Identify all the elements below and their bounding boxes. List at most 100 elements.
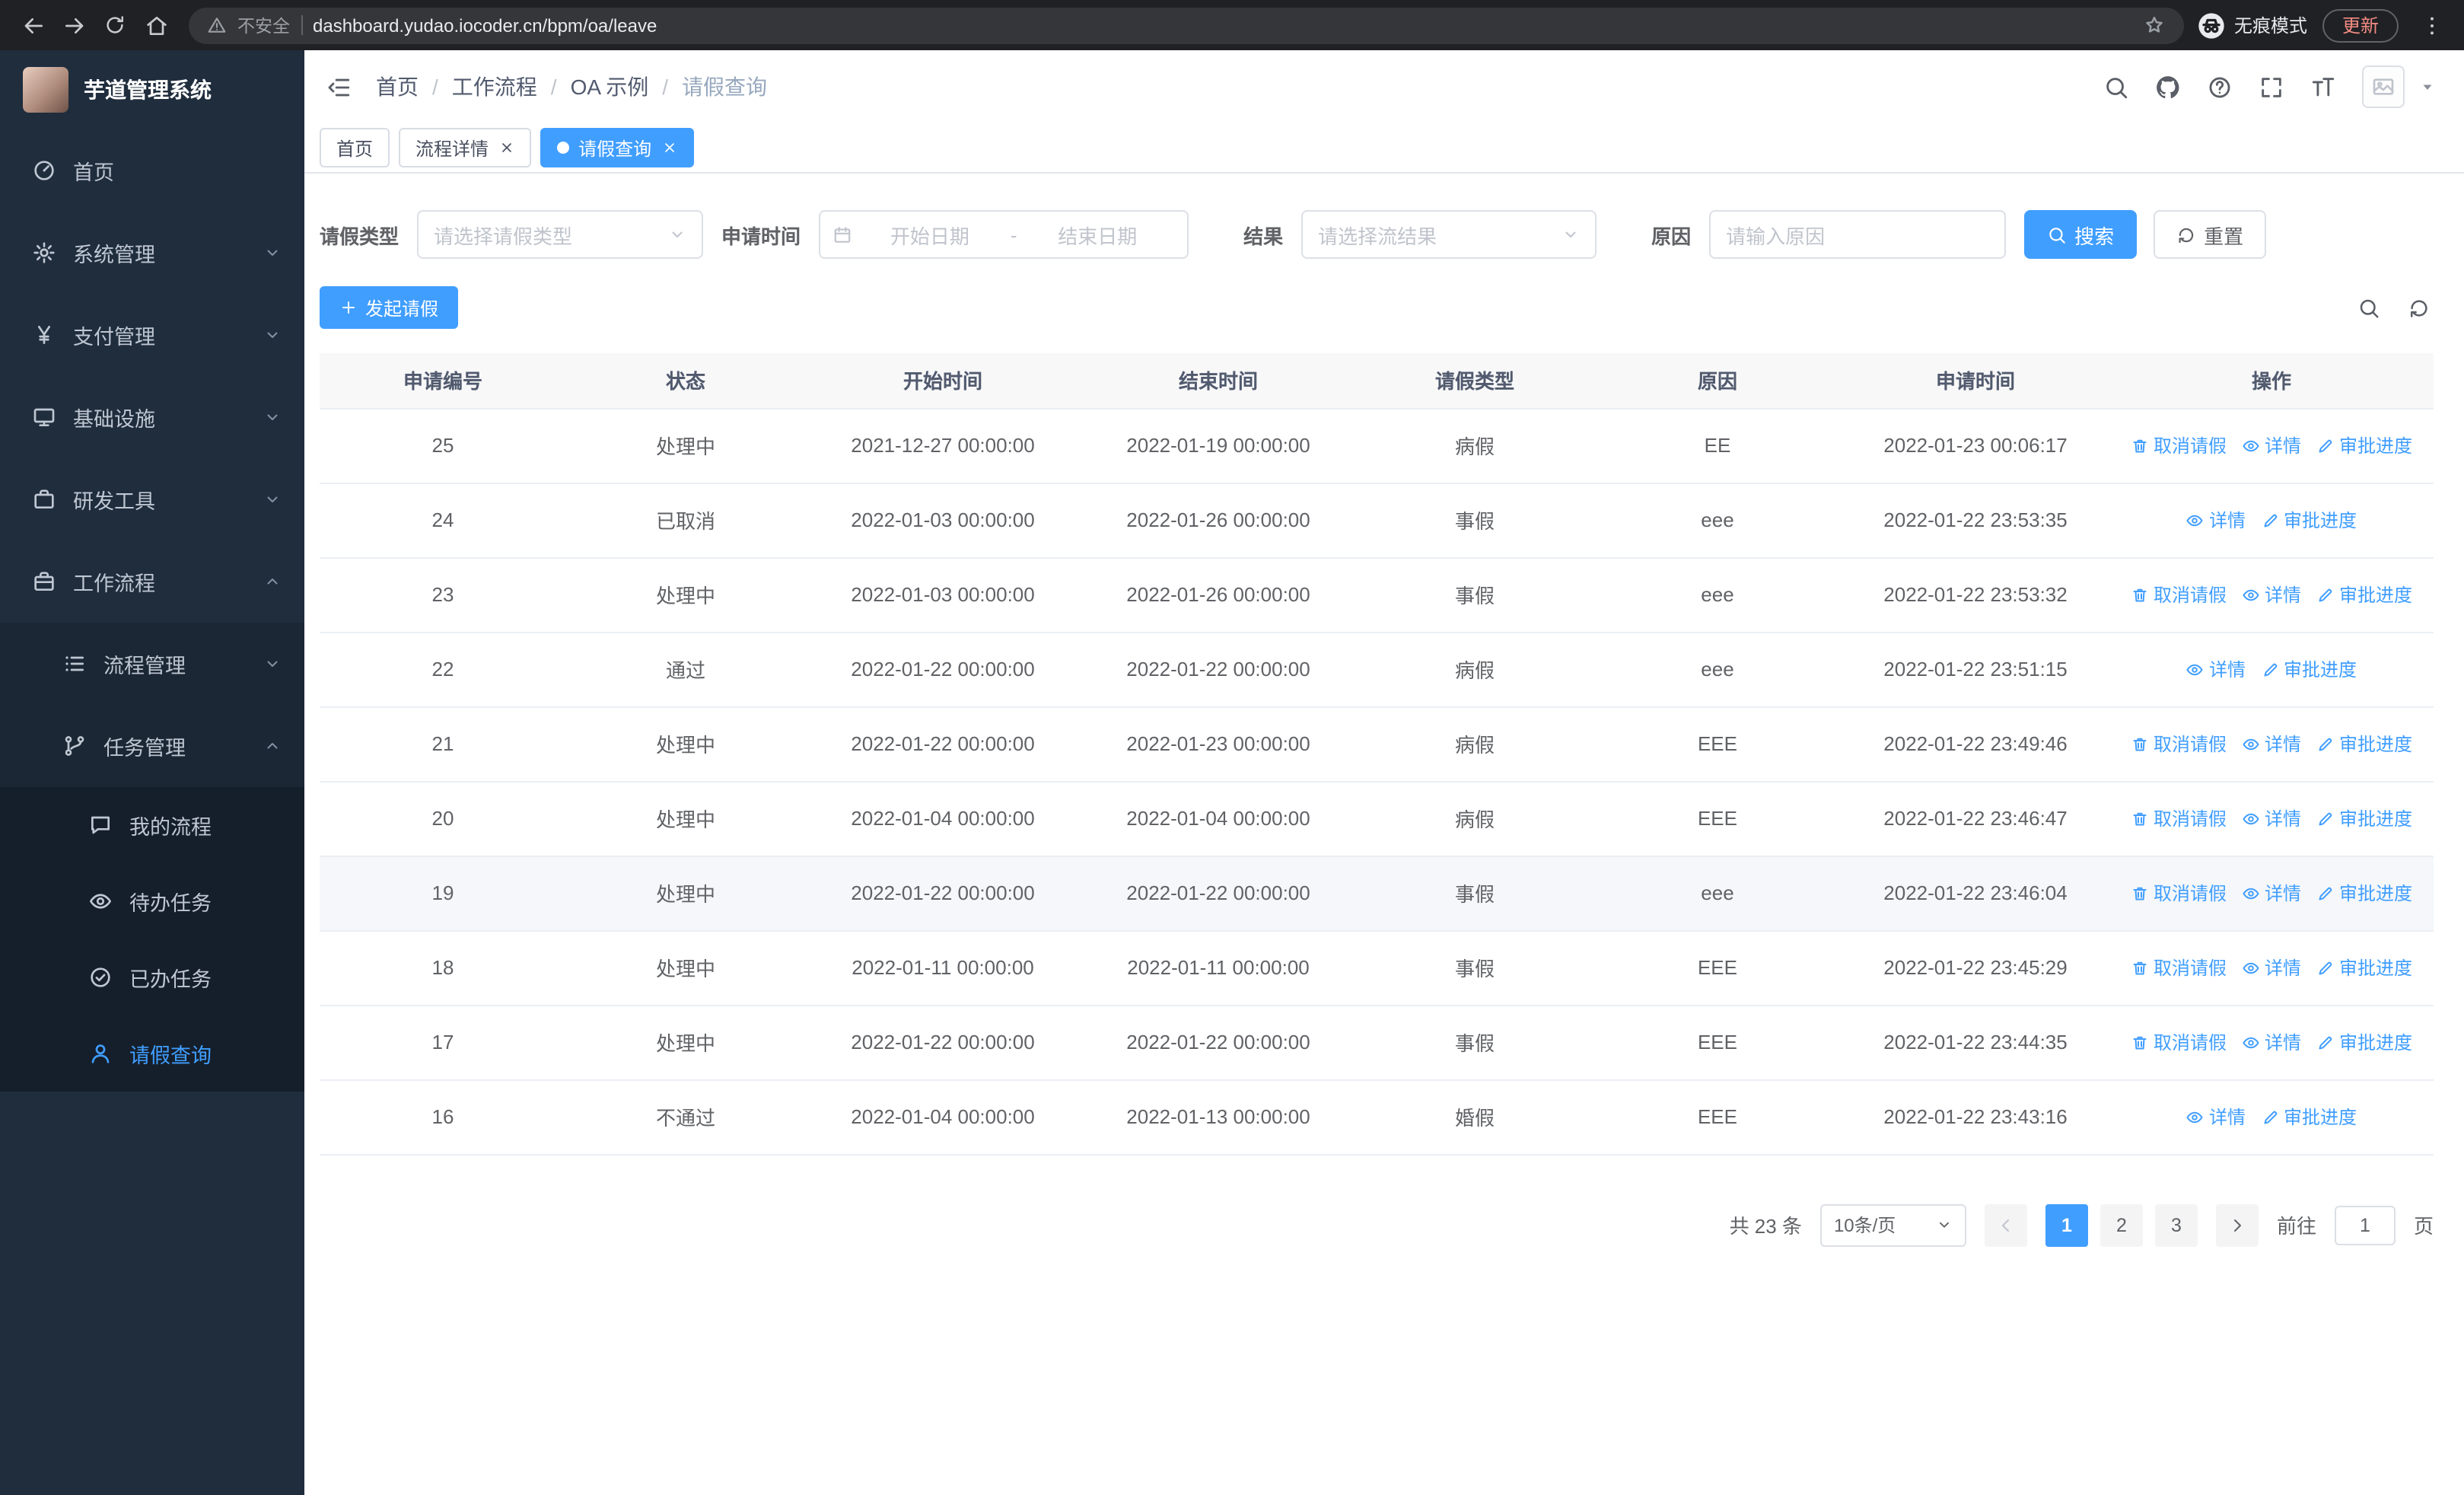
page-button-1[interactable]: 1 bbox=[2045, 1203, 2088, 1246]
prev-page-button[interactable] bbox=[1984, 1203, 2027, 1246]
detail-link[interactable]: 详情 bbox=[2242, 805, 2301, 831]
sidebar-item-leave-query[interactable]: 请假查询 bbox=[0, 1015, 304, 1092]
avatar-caret-icon[interactable] bbox=[2418, 78, 2437, 96]
sidebar-item-dev-tools[interactable]: 研发工具 bbox=[0, 458, 304, 540]
browser-home-icon[interactable] bbox=[135, 5, 177, 46]
cancel-link[interactable]: 取消请假 bbox=[2131, 955, 2227, 980]
close-icon[interactable] bbox=[499, 140, 514, 155]
start-date-placeholder: 开始日期 bbox=[890, 225, 969, 247]
progress-link[interactable]: 审批进度 bbox=[2316, 731, 2412, 757]
end-date-placeholder: 结束日期 bbox=[1058, 225, 1138, 247]
cancel-link[interactable]: 取消请假 bbox=[2131, 1029, 2227, 1055]
sidebar-item-payment-mgmt[interactable]: 支付管理 bbox=[0, 294, 304, 376]
breadcrumb-item[interactable]: 工作流程 bbox=[452, 72, 537, 102]
url-text[interactable]: dashboard.yudao.iocoder.cn/bpm/oa/leave bbox=[313, 14, 2132, 36]
detail-link[interactable]: 详情 bbox=[2242, 731, 2301, 757]
detail-link-label: 详情 bbox=[2264, 883, 2301, 904]
reset-button[interactable]: 重置 bbox=[2154, 210, 2267, 259]
cell-end: 2022-01-26 00:00:00 bbox=[1081, 557, 1356, 633]
result-select[interactable]: 请选择流结果 bbox=[1301, 210, 1597, 259]
page-button-2[interactable]: 2 bbox=[2099, 1203, 2143, 1246]
eye-icon bbox=[2242, 585, 2260, 604]
next-page-button[interactable] bbox=[2215, 1203, 2259, 1246]
sidebar-item-process-mgmt[interactable]: 流程管理 bbox=[0, 623, 304, 705]
progress-link[interactable]: 审批进度 bbox=[2316, 1029, 2412, 1055]
cell-applied: 2022-01-22 23:46:47 bbox=[1842, 781, 2109, 856]
table-toolbar-right bbox=[2357, 296, 2431, 319]
goto-page-input[interactable] bbox=[2334, 1205, 2396, 1245]
task-icon bbox=[61, 734, 88, 758]
fullscreen-icon[interactable] bbox=[2259, 74, 2284, 100]
tab-home[interactable]: 首页 bbox=[320, 128, 390, 167]
tab-process-detail[interactable]: 流程详情 bbox=[399, 128, 532, 167]
cell-applied: 2022-01-23 00:06:17 bbox=[1842, 408, 2109, 483]
browser-update-button[interactable]: 更新 bbox=[2322, 8, 2399, 42]
progress-link[interactable]: 审批进度 bbox=[2316, 955, 2412, 980]
browser-forward-icon[interactable] bbox=[53, 5, 94, 46]
reason-input[interactable]: 请输入原因 bbox=[1709, 210, 2007, 259]
address-bar[interactable]: 不安全 dashboard.yudao.iocoder.cn/bpm/oa/le… bbox=[189, 7, 2184, 43]
sidebar-item-task-mgmt[interactable]: 任务管理 bbox=[0, 705, 304, 787]
fontsize-icon[interactable] bbox=[2310, 74, 2336, 100]
sidebar-item-todo-task[interactable]: 待办任务 bbox=[0, 863, 304, 939]
detail-link[interactable]: 详情 bbox=[2242, 955, 2301, 980]
help-icon[interactable] bbox=[2207, 74, 2233, 100]
detail-link[interactable]: 详情 bbox=[2242, 880, 2301, 906]
browser-reload-icon[interactable] bbox=[94, 5, 135, 46]
page-size-select[interactable]: 10条/页 bbox=[1819, 1203, 1966, 1246]
github-icon[interactable] bbox=[2155, 74, 2181, 100]
sidebar-item-label: 流程管理 bbox=[103, 655, 186, 677]
cancel-link[interactable]: 取消请假 bbox=[2131, 805, 2227, 831]
tab-leave-query[interactable]: 请假查询 bbox=[540, 128, 695, 167]
browser-back-icon[interactable] bbox=[12, 5, 53, 46]
sidebar-item-done-task[interactable]: 已办任务 bbox=[0, 939, 304, 1015]
bookmark-star-icon[interactable] bbox=[2143, 14, 2166, 37]
browser-menu-icon[interactable] bbox=[2411, 5, 2452, 46]
toggle-search-icon[interactable] bbox=[2357, 296, 2380, 319]
sidebar-item-home[interactable]: 首页 bbox=[0, 129, 304, 212]
security-warning-label[interactable]: 不安全 bbox=[237, 13, 290, 37]
sidebar-collapse-icon[interactable] bbox=[326, 74, 352, 100]
cancel-link-label: 取消请假 bbox=[2153, 808, 2227, 830]
progress-link[interactable]: 审批进度 bbox=[2261, 1104, 2357, 1130]
cancel-link[interactable]: 取消请假 bbox=[2131, 731, 2227, 757]
search-icon[interactable] bbox=[2103, 74, 2129, 100]
detail-link[interactable]: 详情 bbox=[2242, 1029, 2301, 1055]
progress-link[interactable]: 审批进度 bbox=[2316, 880, 2412, 906]
detail-link[interactable]: 详情 bbox=[2186, 656, 2246, 682]
progress-link[interactable]: 审批进度 bbox=[2261, 507, 2357, 533]
page-button-3[interactable]: 3 bbox=[2154, 1203, 2198, 1246]
cancel-link[interactable]: 取消请假 bbox=[2131, 880, 2227, 906]
sidebar-item-infrastructure[interactable]: 基础设施 bbox=[0, 376, 304, 458]
breadcrumb-item[interactable]: 首页 bbox=[376, 72, 419, 102]
refresh-table-icon[interactable] bbox=[2408, 296, 2431, 319]
avatar[interactable] bbox=[2362, 65, 2405, 108]
cancel-link[interactable]: 取消请假 bbox=[2131, 582, 2227, 607]
cancel-link[interactable]: 取消请假 bbox=[2131, 432, 2227, 458]
breadcrumb-item[interactable]: OA 示例 bbox=[571, 72, 649, 102]
sidebar-item-system-mgmt[interactable]: 系统管理 bbox=[0, 212, 304, 294]
detail-link[interactable]: 详情 bbox=[2186, 507, 2246, 533]
sidebar-item-workflow[interactable]: 工作流程 bbox=[0, 540, 304, 623]
cell-actions: 取消请假 详情 审批进度 bbox=[2109, 781, 2434, 856]
progress-link[interactable]: 审批进度 bbox=[2261, 656, 2357, 682]
create-leave-button[interactable]: 发起请假 bbox=[320, 286, 459, 329]
process-icon bbox=[61, 652, 88, 676]
sidebar-item-my-process[interactable]: 我的流程 bbox=[0, 787, 304, 863]
progress-link[interactable]: 审批进度 bbox=[2316, 432, 2412, 458]
cell-actions: 取消请假 详情 审批进度 bbox=[2109, 408, 2434, 483]
trash-icon bbox=[2131, 809, 2149, 827]
detail-link[interactable]: 详情 bbox=[2186, 1104, 2246, 1130]
chevron-down-icon bbox=[263, 326, 282, 344]
close-icon[interactable] bbox=[662, 140, 677, 155]
search-button[interactable]: 搜索 bbox=[2024, 210, 2138, 259]
progress-link-label: 审批进度 bbox=[2284, 510, 2357, 531]
date-range-picker[interactable]: 开始日期 - 结束日期 bbox=[819, 210, 1189, 259]
detail-link[interactable]: 详情 bbox=[2242, 582, 2301, 607]
leave-type-select[interactable]: 请选择请假类型 bbox=[417, 210, 704, 259]
progress-link-label: 审批进度 bbox=[2339, 958, 2413, 979]
progress-link[interactable]: 审批进度 bbox=[2316, 805, 2412, 831]
progress-link[interactable]: 审批进度 bbox=[2316, 582, 2412, 607]
detail-link[interactable]: 详情 bbox=[2242, 432, 2301, 458]
column-header: 开始时间 bbox=[805, 353, 1081, 409]
